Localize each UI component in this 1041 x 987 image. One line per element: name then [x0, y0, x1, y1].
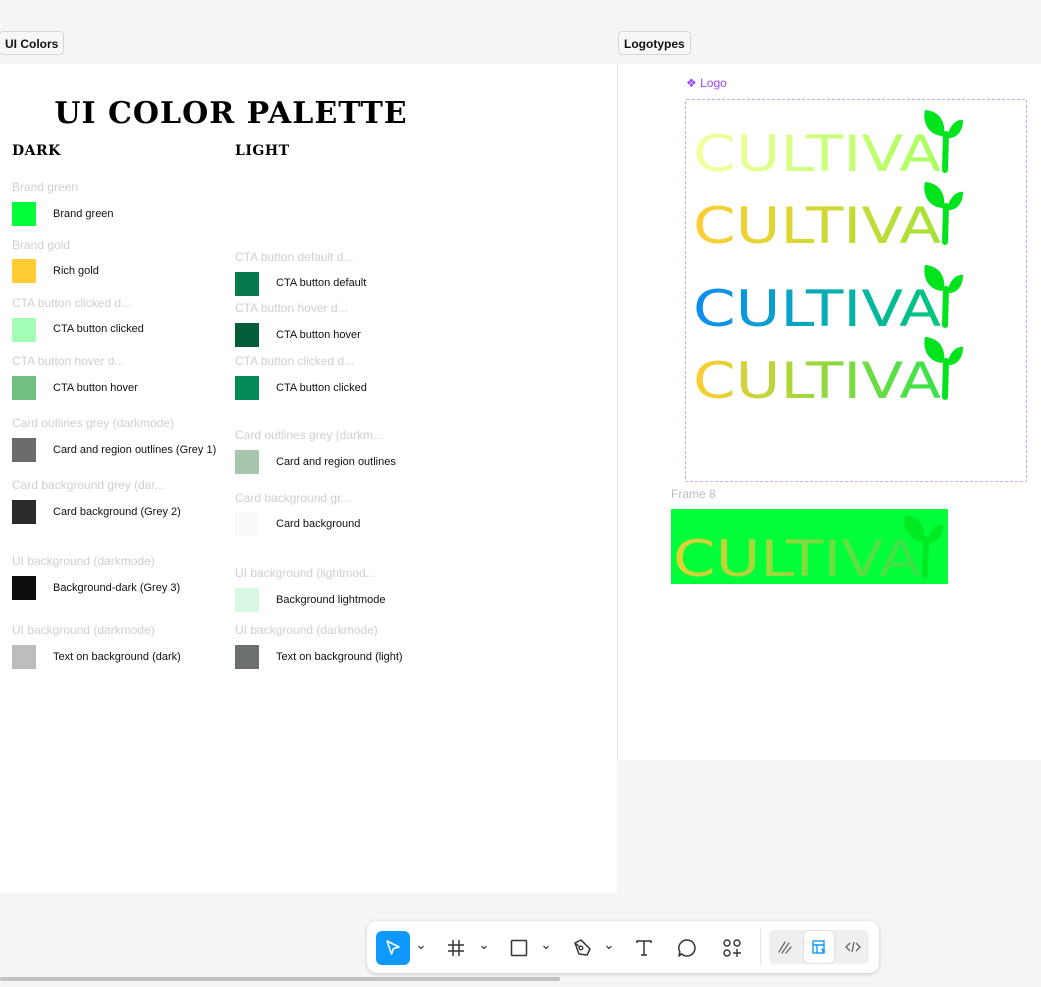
color-group-label: Brand green	[12, 180, 79, 194]
logo-wordmark: CULTIVA	[693, 280, 941, 331]
color-swatch[interactable]	[12, 645, 36, 669]
palette-title: UI COLOR PALETTE	[54, 96, 408, 131]
logo-wordmark: CULTIVA	[693, 197, 941, 248]
color-swatch[interactable]	[12, 202, 36, 226]
color-group-label: UI background (darkmode)	[12, 623, 155, 637]
color-swatch[interactable]	[12, 500, 36, 524]
frame-divider	[617, 64, 618, 760]
color-swatch[interactable]	[12, 259, 36, 283]
color-swatch-label: Background-dark (Grey 3)	[53, 582, 181, 594]
frame8-logo[interactable]: CULTIVA	[673, 513, 948, 581]
color-swatch-label: Card background	[276, 518, 361, 530]
color-group-label: CTA button clicked d...	[235, 354, 355, 368]
components-icon	[723, 939, 741, 957]
logo-variant-4[interactable]: CULTIVA	[693, 335, 968, 403]
color-group-label: Card outlines grey (darkm...	[235, 428, 384, 442]
pen-tool-button[interactable]	[565, 931, 599, 965]
color-swatch[interactable]	[12, 438, 36, 462]
frame8-label[interactable]: Frame 8	[671, 487, 716, 501]
color-group-label: CTA button clicked d...	[12, 296, 132, 310]
toolbar-separator	[760, 929, 761, 965]
color-group-label: Brand gold	[12, 238, 71, 252]
color-swatch-label: CTA button hover	[276, 329, 361, 341]
color-swatch-label: Background lightmode	[276, 594, 386, 606]
logo-variant-1[interactable]: CULTIVA	[693, 108, 968, 176]
color-swatch-label: Rich gold	[53, 265, 99, 277]
comment-icon	[678, 939, 696, 957]
horizontal-scrollbar[interactable]	[0, 977, 560, 981]
color-swatch-label: CTA button clicked	[276, 382, 367, 394]
color-swatch[interactable]	[235, 512, 259, 536]
text-tool-button[interactable]	[627, 931, 661, 965]
text-icon	[636, 940, 652, 956]
color-swatch-label: Card and region outlines	[276, 456, 396, 468]
color-swatch-label: Text on background (light)	[276, 651, 403, 663]
color-swatch[interactable]	[235, 450, 259, 474]
logo-wordmark: CULTIVA	[693, 352, 941, 403]
frame-tool-button[interactable]	[439, 931, 473, 965]
color-swatch[interactable]	[12, 318, 36, 342]
pen-icon	[574, 939, 591, 956]
color-group-label: Card background gr...	[235, 491, 351, 505]
color-group-label: Card outlines grey (darkmode)	[12, 416, 175, 430]
frame-label-ui-colors[interactable]: UI Colors	[0, 31, 65, 55]
light-heading: LIGHT	[235, 143, 290, 159]
color-group-label: CTA button hover d...	[235, 301, 348, 315]
code-icon	[845, 941, 861, 953]
color-group-label: CTA button default d...	[235, 250, 354, 264]
color-swatch[interactable]	[235, 323, 259, 347]
color-swatch-label: CTA button hover	[53, 382, 138, 394]
dev-mode-button[interactable]	[837, 930, 869, 964]
color-group-label: UI background (darkmode)	[12, 554, 155, 568]
color-swatch[interactable]	[235, 376, 259, 400]
rectangle-icon	[510, 939, 528, 957]
logo-variant-3[interactable]: CULTIVA	[693, 263, 968, 331]
color-swatch-label: Card background (Grey 2)	[53, 506, 181, 518]
frame-label-logotypes[interactable]: Logotypes	[618, 31, 691, 55]
chevron-down-icon[interactable]	[416, 942, 426, 952]
color-swatch[interactable]	[12, 576, 36, 600]
color-group-label: CTA button hover d...	[12, 354, 125, 368]
color-swatch[interactable]	[12, 376, 36, 400]
color-group-label: Card background grey (dar...	[12, 478, 165, 492]
logo-wordmark: CULTIVA	[673, 530, 921, 581]
mode-switcher	[769, 930, 869, 964]
color-group-label: UI background (lightmod...	[235, 566, 376, 580]
logo-component-label[interactable]: ❖ Logo	[686, 76, 727, 90]
cursor-icon	[386, 940, 400, 955]
logo-variant-2[interactable]: CULTIVA	[693, 180, 968, 248]
rectangle-tool-button[interactable]	[502, 931, 536, 965]
color-swatch[interactable]	[235, 645, 259, 669]
draw-icon	[778, 941, 792, 954]
bottom-toolbar	[367, 921, 879, 973]
color-group-label: UI background (darkmode)	[235, 623, 378, 637]
dark-heading: DARK	[12, 143, 61, 159]
color-swatch[interactable]	[235, 588, 259, 612]
frame-icon	[448, 940, 464, 956]
design-mode-button[interactable]	[803, 930, 835, 964]
move-tool-button[interactable]	[376, 931, 410, 965]
chevron-down-icon[interactable]	[541, 942, 551, 952]
design-icon	[812, 940, 826, 954]
chevron-down-icon[interactable]	[604, 942, 614, 952]
color-swatch-label: Card and region outlines (Grey 1)	[53, 444, 217, 456]
color-swatch-label: CTA button default	[276, 277, 367, 289]
color-swatch[interactable]	[235, 272, 259, 296]
logo-wordmark: CULTIVA	[693, 125, 941, 176]
color-swatch-label: Text on background (dark)	[53, 651, 181, 663]
actions-tool-button[interactable]	[715, 931, 749, 965]
color-swatch-label: Brand green	[53, 208, 114, 220]
draw-mode-button[interactable]	[769, 930, 801, 964]
chevron-down-icon[interactable]	[479, 942, 489, 952]
color-swatch-label: CTA button clicked	[53, 323, 144, 335]
comment-tool-button[interactable]	[670, 931, 704, 965]
